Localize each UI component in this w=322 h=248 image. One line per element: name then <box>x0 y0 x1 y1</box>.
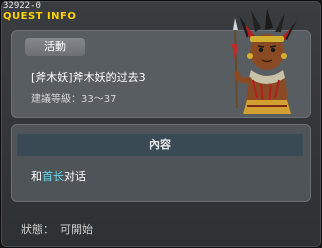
objective-prefix: 和 <box>31 170 42 183</box>
quest-category-tag: 活動 <box>25 38 85 56</box>
quest-id: 32922-0 <box>3 1 41 11</box>
recommended-level: 建議等級：33～37 <box>31 94 117 105</box>
quest-content-panel: 內容 和首长对话 <box>11 124 311 202</box>
window-title: QUEST INFO <box>3 11 77 22</box>
npc-name-link[interactable]: 首长 <box>42 170 64 183</box>
quest-status: 狀態： 可開始 <box>21 221 93 237</box>
quest-info-window: 32922-0 QUEST INFO 活動 [斧木妖]斧木妖的过去3 建議等級：… <box>0 0 322 248</box>
objective-line: 和首长对话 <box>31 168 86 184</box>
status-label: 狀態： <box>21 223 54 236</box>
status-value: 可開始 <box>60 223 93 236</box>
quest-name: [斧木妖]斧木妖的过去3 <box>31 71 146 84</box>
content-header: 內容 <box>17 134 303 156</box>
npc-chief-icon <box>231 8 297 114</box>
quest-summary-panel: 活動 [斧木妖]斧木妖的过去3 建議等級：33～37 <box>11 8 311 118</box>
objective-suffix: 对话 <box>64 170 86 183</box>
